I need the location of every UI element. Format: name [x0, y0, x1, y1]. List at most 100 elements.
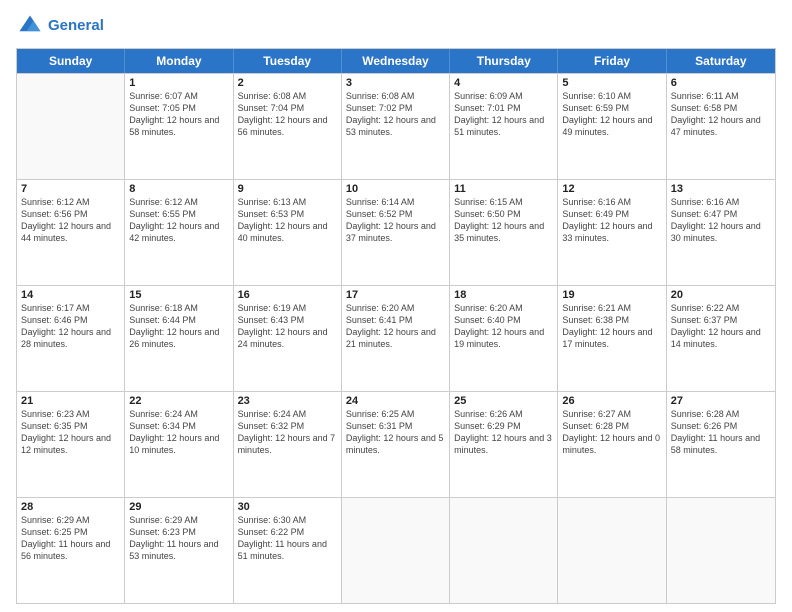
- header: General: [16, 12, 776, 40]
- page: General SundayMondayTuesdayWednesdayThur…: [0, 0, 792, 612]
- day-number: 24: [346, 395, 445, 407]
- day-number: 10: [346, 183, 445, 195]
- sunset-text: Sunset: 6:29 PM: [454, 420, 553, 432]
- daylight-text: Daylight: 11 hours and 51 minutes.: [238, 538, 337, 562]
- calendar-cell-r0-c3: 3Sunrise: 6:08 AMSunset: 7:02 PMDaylight…: [342, 74, 450, 179]
- day-number: 1: [129, 77, 228, 89]
- day-number: 19: [562, 289, 661, 301]
- sunset-text: Sunset: 6:37 PM: [671, 314, 771, 326]
- daylight-text: Daylight: 11 hours and 58 minutes.: [671, 432, 771, 456]
- day-number: 26: [562, 395, 661, 407]
- day-number: 8: [129, 183, 228, 195]
- calendar-cell-r1-c0: 7Sunrise: 6:12 AMSunset: 6:56 PMDaylight…: [17, 180, 125, 285]
- calendar-body: 1Sunrise: 6:07 AMSunset: 7:05 PM Daylight…: [17, 73, 775, 603]
- daylight-text: Daylight: 12 hours and 5 minutes.: [346, 432, 445, 456]
- day-number: 11: [454, 183, 553, 195]
- calendar-cell-r3-c3: 24Sunrise: 6:25 AMSunset: 6:31 PMDayligh…: [342, 392, 450, 497]
- day-number: 5: [562, 77, 661, 89]
- sunset-text: Sunset: 6:35 PM: [21, 420, 120, 432]
- daylight-text: Daylight: 12 hours and 56 minutes.: [238, 114, 337, 138]
- sunrise-text: Sunrise: 6:16 AM: [562, 196, 661, 208]
- calendar: SundayMondayTuesdayWednesdayThursdayFrid…: [16, 48, 776, 604]
- calendar-cell-r4-c5: [558, 498, 666, 603]
- day-number: 12: [562, 183, 661, 195]
- calendar-cell-r4-c1: 29Sunrise: 6:29 AMSunset: 6:23 PMDayligh…: [125, 498, 233, 603]
- sunrise-text: Sunrise: 6:07 AM: [129, 90, 228, 102]
- day-number: 14: [21, 289, 120, 301]
- daylight-text: Daylight: 12 hours and 33 minutes.: [562, 220, 661, 244]
- calendar-cell-r1-c3: 10Sunrise: 6:14 AMSunset: 6:52 PMDayligh…: [342, 180, 450, 285]
- daylight-text: Daylight: 12 hours and 42 minutes.: [129, 220, 228, 244]
- daylight-text: Daylight: 12 hours and 26 minutes.: [129, 326, 228, 350]
- calendar-header-wednesday: Wednesday: [342, 49, 450, 73]
- daylight-text: Daylight: 12 hours and 14 minutes.: [671, 326, 771, 350]
- calendar-cell-r2-c4: 18Sunrise: 6:20 AMSunset: 6:40 PMDayligh…: [450, 286, 558, 391]
- calendar-cell-r0-c0: [17, 74, 125, 179]
- calendar-cell-r1-c1: 8Sunrise: 6:12 AMSunset: 6:55 PMDaylight…: [125, 180, 233, 285]
- calendar-cell-r0-c4: 4Sunrise: 6:09 AMSunset: 7:01 PMDaylight…: [450, 74, 558, 179]
- daylight-text: Daylight: 12 hours and 49 minutes.: [562, 114, 661, 138]
- sunrise-text: Sunrise: 6:09 AM: [454, 90, 553, 102]
- sunset-text: Sunset: 7:05 PM: [129, 102, 228, 114]
- calendar-row-1: 7Sunrise: 6:12 AMSunset: 6:56 PMDaylight…: [17, 179, 775, 285]
- sunset-text: Sunset: 6:41 PM: [346, 314, 445, 326]
- sunrise-text: Sunrise: 6:29 AM: [21, 514, 120, 526]
- sunset-text: Sunset: 6:38 PM: [562, 314, 661, 326]
- calendar-cell-r0-c5: 5Sunrise: 6:10 AMSunset: 6:59 PMDaylight…: [558, 74, 666, 179]
- calendar-cell-r2-c6: 20Sunrise: 6:22 AMSunset: 6:37 PMDayligh…: [667, 286, 775, 391]
- daylight-text: Daylight: 12 hours and 35 minutes.: [454, 220, 553, 244]
- sunrise-text: Sunrise: 6:16 AM: [671, 196, 771, 208]
- sunset-text: Sunset: 6:58 PM: [671, 102, 771, 114]
- daylight-text: Daylight: 12 hours and 40 minutes.: [238, 220, 337, 244]
- sunset-text: Sunset: 6:47 PM: [671, 208, 771, 220]
- calendar-header-thursday: Thursday: [450, 49, 558, 73]
- day-number: 4: [454, 77, 553, 89]
- day-number: 27: [671, 395, 771, 407]
- sunset-text: Sunset: 7:02 PM: [346, 102, 445, 114]
- sunrise-text: Sunrise: 6:20 AM: [346, 302, 445, 314]
- sunset-text: Sunset: 7:04 PM: [238, 102, 337, 114]
- calendar-header-friday: Friday: [558, 49, 666, 73]
- logo: General: [16, 12, 104, 40]
- sunrise-text: Sunrise: 6:23 AM: [21, 408, 120, 420]
- calendar-cell-r4-c0: 28Sunrise: 6:29 AMSunset: 6:25 PMDayligh…: [17, 498, 125, 603]
- daylight-text: Daylight: 12 hours and 51 minutes.: [454, 114, 553, 138]
- sunset-text: Sunset: 6:55 PM: [129, 208, 228, 220]
- calendar-cell-r3-c1: 22Sunrise: 6:24 AMSunset: 6:34 PMDayligh…: [125, 392, 233, 497]
- daylight-text: Daylight: 12 hours and 47 minutes.: [671, 114, 771, 138]
- calendar-row-3: 21Sunrise: 6:23 AMSunset: 6:35 PMDayligh…: [17, 391, 775, 497]
- day-number: 22: [129, 395, 228, 407]
- sunrise-text: Sunrise: 6:13 AM: [238, 196, 337, 208]
- calendar-cell-r2-c5: 19Sunrise: 6:21 AMSunset: 6:38 PMDayligh…: [558, 286, 666, 391]
- sunrise-text: Sunrise: 6:10 AM: [562, 90, 661, 102]
- calendar-cell-r4-c4: [450, 498, 558, 603]
- day-number: 7: [21, 183, 120, 195]
- calendar-header-sunday: Sunday: [17, 49, 125, 73]
- daylight-text: Daylight: 12 hours and 19 minutes.: [454, 326, 553, 350]
- sunrise-text: Sunrise: 6:14 AM: [346, 196, 445, 208]
- day-number: 13: [671, 183, 771, 195]
- calendar-cell-r1-c6: 13Sunrise: 6:16 AMSunset: 6:47 PMDayligh…: [667, 180, 775, 285]
- sunrise-text: Sunrise: 6:29 AM: [129, 514, 228, 526]
- sunrise-text: Sunrise: 6:25 AM: [346, 408, 445, 420]
- calendar-cell-r0-c2: 2Sunrise: 6:08 AMSunset: 7:04 PMDaylight…: [234, 74, 342, 179]
- calendar-cell-r4-c2: 30Sunrise: 6:30 AMSunset: 6:22 PMDayligh…: [234, 498, 342, 603]
- sunrise-text: Sunrise: 6:24 AM: [129, 408, 228, 420]
- sunrise-text: Sunrise: 6:08 AM: [238, 90, 337, 102]
- calendar-row-0: 1Sunrise: 6:07 AMSunset: 7:05 PM Daylight…: [17, 73, 775, 179]
- day-number: 17: [346, 289, 445, 301]
- sunset-text: Sunset: 6:46 PM: [21, 314, 120, 326]
- sunrise-text: Sunrise: 6:20 AM: [454, 302, 553, 314]
- sunset-text: Sunset: 6:22 PM: [238, 526, 337, 538]
- sunset-text: Sunset: 6:23 PM: [129, 526, 228, 538]
- sunset-text: Sunset: 6:28 PM: [562, 420, 661, 432]
- calendar-header-tuesday: Tuesday: [234, 49, 342, 73]
- sunset-text: Sunset: 6:32 PM: [238, 420, 337, 432]
- sunset-text: Sunset: 6:34 PM: [129, 420, 228, 432]
- daylight-text: Daylight: 12 hours and 10 minutes.: [129, 432, 228, 456]
- sunrise-text: Sunrise: 6:17 AM: [21, 302, 120, 314]
- calendar-cell-r0-c1: 1Sunrise: 6:07 AMSunset: 7:05 PMDaylight…: [125, 74, 233, 179]
- calendar-cell-r2-c3: 17Sunrise: 6:20 AMSunset: 6:41 PMDayligh…: [342, 286, 450, 391]
- sunrise-text: Sunrise: 6:15 AM: [454, 196, 553, 208]
- day-number: 9: [238, 183, 337, 195]
